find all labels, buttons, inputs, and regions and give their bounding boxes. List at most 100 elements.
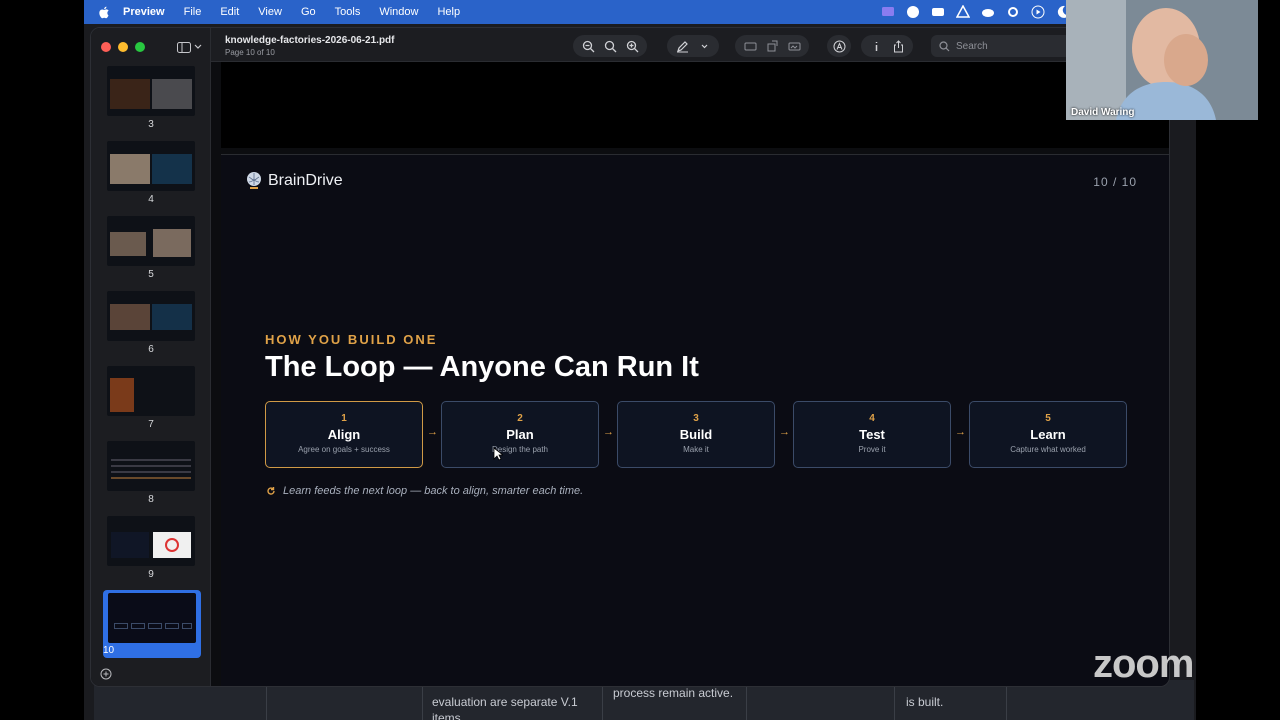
step-description: Prove it: [858, 445, 886, 454]
markup-button[interactable]: [671, 35, 693, 57]
preview-window: 3 4 5 6 7 8 9 10 knowledge-factories-202…: [90, 27, 1170, 687]
highlight-button[interactable]: [739, 35, 761, 57]
slide-eyebrow: HOW YOU BUILD ONE: [265, 332, 438, 347]
page-thumbnail-9[interactable]: 9: [91, 516, 211, 580]
rotate-button[interactable]: [761, 35, 783, 57]
chevron-down-icon: [701, 44, 707, 48]
document-page-indicator: Page 10 of 10: [225, 48, 275, 57]
page-thumbnail-3[interactable]: 3: [91, 66, 211, 130]
thumbnail-page-number: 6: [148, 344, 154, 355]
step-title: Plan: [506, 427, 534, 442]
step-description: Capture what worked: [1010, 445, 1086, 454]
step-title: Learn: [1030, 427, 1066, 442]
loop-arrow-icon: [267, 487, 275, 495]
participant-name: David Waring: [1071, 107, 1135, 118]
sidebar-toggle-button[interactable]: [177, 40, 203, 54]
menu-window[interactable]: Window: [379, 6, 418, 18]
info-share-controls: [861, 35, 913, 57]
page-thumbnail-5[interactable]: 5: [91, 216, 211, 280]
thumbnail-page-number: 7: [148, 419, 154, 430]
zoom-out-button[interactable]: [577, 35, 599, 57]
loop-step-learn: 5 Learn Capture what worked: [969, 401, 1127, 468]
share-icon: [893, 39, 903, 52]
screen-share-icon[interactable]: [880, 4, 896, 20]
drive-icon[interactable]: [955, 4, 971, 20]
page-thumbnail-10-selected[interactable]: 10: [103, 590, 201, 658]
gear-status-icon[interactable]: [1005, 4, 1021, 20]
thumbnail-image: [107, 66, 195, 116]
annotate-icon: [833, 40, 845, 52]
pen-icon: [676, 40, 688, 52]
minimize-window-button[interactable]: [118, 42, 128, 52]
previous-page: [221, 62, 1169, 148]
slide-page: BrainDrive 10 / 10 HOW YOU BUILD ONE The…: [221, 154, 1169, 686]
search-field[interactable]: Search: [931, 35, 1071, 57]
edit-controls: [735, 35, 809, 57]
thumbnail-page-number: 5: [148, 269, 154, 280]
step-title: Align: [327, 427, 361, 442]
step-title: Test: [859, 427, 885, 442]
step-arrow: →: [427, 426, 438, 438]
thumbnail-page-number: 9: [148, 569, 154, 580]
menu-edit[interactable]: Edit: [220, 6, 239, 18]
page-thumbnail-4[interactable]: 4: [91, 141, 211, 205]
menu-help[interactable]: Help: [437, 6, 460, 18]
menu-app-name[interactable]: Preview: [123, 6, 165, 18]
step-description: Agree on goals + success: [298, 445, 390, 454]
actual-size-button[interactable]: [599, 35, 621, 57]
table-cell: process remain active.: [613, 686, 734, 700]
step-description: Design the path: [491, 445, 549, 454]
page-thumbnail-7[interactable]: 7: [91, 366, 211, 430]
zoom-window-button[interactable]: [135, 42, 145, 52]
menu-go[interactable]: Go: [301, 6, 316, 18]
thumbnail-image: [107, 141, 195, 191]
zoom-in-icon: [626, 40, 638, 52]
zoom-controls: [573, 35, 647, 57]
markup-menu-button[interactable]: [693, 35, 715, 57]
step-description: Make it: [683, 445, 709, 454]
thumbnail-page-number: 3: [148, 119, 154, 130]
mouse-cursor-icon: [493, 447, 503, 461]
zoom-out-icon: [582, 40, 594, 52]
logo-text: BrainDrive: [268, 172, 343, 189]
page-thumbnail-8[interactable]: 8: [91, 441, 211, 505]
cloud-icon[interactable]: [980, 4, 996, 20]
thumbnail-sidebar: 3 4 5 6 7 8 9 10: [91, 28, 211, 686]
share-button[interactable]: [887, 35, 909, 57]
participant-video[interactable]: David Waring: [1066, 0, 1258, 120]
thumbnail-image: [107, 441, 195, 491]
zoom-status-icon[interactable]: [930, 4, 946, 20]
loop-note-text: Learn feeds the next loop — back to alig…: [283, 485, 584, 497]
grammarly-icon[interactable]: [905, 4, 921, 20]
markup-controls: [667, 35, 719, 57]
menu-tools[interactable]: Tools: [335, 6, 361, 18]
add-page-icon[interactable]: [100, 668, 112, 680]
annotate-control: [827, 35, 851, 57]
step-number: 4: [869, 413, 875, 424]
info-icon: [875, 41, 877, 51]
table-cell: items: [432, 711, 461, 720]
step-arrow: →: [779, 426, 790, 438]
apple-icon[interactable]: [98, 6, 110, 19]
menu-file[interactable]: File: [184, 6, 202, 18]
menu-view[interactable]: View: [258, 6, 282, 18]
thumbnail-image: [107, 366, 195, 416]
search-icon: [939, 40, 950, 51]
table-cell: is built.: [906, 695, 944, 709]
sidebar-icon: [177, 41, 191, 53]
rotate-icon: [767, 40, 777, 51]
play-icon[interactable]: [1030, 4, 1046, 20]
participant-video-frame: [1066, 0, 1258, 120]
page-thumbnail-6[interactable]: 6: [91, 291, 211, 355]
step-number: 5: [1045, 413, 1051, 424]
highlight-icon: [744, 42, 756, 50]
table-cell: evaluation are separate V.1: [432, 695, 578, 709]
annotate-button[interactable]: [828, 35, 850, 57]
step-number: 2: [517, 413, 523, 424]
thumbnail-image: [107, 291, 195, 341]
braindrive-logo: BrainDrive: [245, 171, 343, 191]
sign-button[interactable]: [783, 35, 805, 57]
info-button[interactable]: [865, 35, 887, 57]
zoom-in-button[interactable]: [621, 35, 643, 57]
close-window-button[interactable]: [101, 42, 111, 52]
